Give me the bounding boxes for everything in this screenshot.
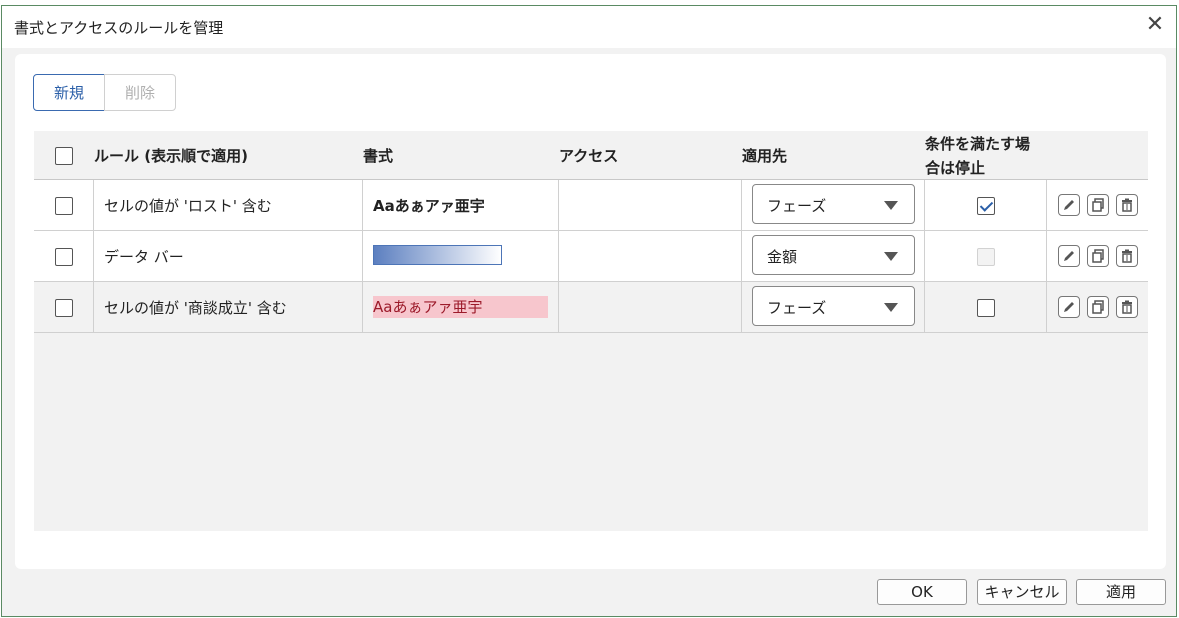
table-row[interactable]: データ バー 金額 [34,231,1148,282]
format-preview: Aaあぁアァ亜宇 [373,296,548,318]
row-select-checkbox[interactable] [55,248,73,266]
access-cell [558,231,741,281]
rules-table: ルール (表示順で適用) 書式 アクセス 適用先 条件を満たす場 合は停止 セル… [34,131,1148,531]
table-header: ルール (表示順で適用) 書式 アクセス 適用先 条件を満たす場 合は停止 [34,131,1148,180]
trash-icon[interactable] [1116,296,1138,318]
rule-cell: セルの値が '商談成立' 含む [93,282,362,332]
format-preview: Aaあぁアァ亜宇 [373,197,485,215]
stop-cell [924,231,1046,281]
stop-if-true-checkbox [977,248,995,266]
edit-icon[interactable] [1058,245,1080,267]
ok-button[interactable]: OK [877,579,967,605]
copy-icon[interactable] [1087,194,1109,216]
applies-to-value: 金額 [767,248,798,266]
header-applies-to: 適用先 [742,147,788,165]
actions-cell [1046,282,1148,332]
stop-cell [924,282,1046,332]
applies-to-cell: フェーズ [741,282,924,332]
actions-cell [1046,180,1148,230]
rules-panel: 新規 削除 ルール (表示順で適用) 書式 アクセス 適用先 条件を満たす場 合… [15,54,1166,569]
delete-rule-button[interactable]: 削除 [104,74,176,111]
access-cell [558,282,741,332]
rule-cell: データ バー [93,231,362,281]
row-select-checkbox[interactable] [55,197,73,215]
new-rule-button[interactable]: 新規 [33,74,105,111]
stop-if-true-checkbox[interactable] [977,299,995,317]
applies-to-value: フェーズ [767,197,827,215]
data-bar-preview [373,245,502,265]
table-row[interactable]: セルの値が '商談成立' 含む Aaあぁアァ亜宇 フェーズ [34,282,1148,333]
applies-to-select[interactable]: フェーズ [752,286,915,326]
chevron-down-icon [884,303,898,312]
apply-button[interactable]: 適用 [1076,579,1166,605]
dialog-title: 書式とアクセスのルールを管理 [14,19,224,37]
applies-to-select[interactable]: 金額 [752,235,915,275]
header-stop-line1: 条件を満たす場 [925,135,1031,153]
applies-to-value: フェーズ [767,299,827,317]
format-cell [362,231,558,281]
access-cell [558,180,741,230]
select-all-checkbox[interactable] [55,147,73,165]
applies-to-select[interactable]: フェーズ [752,184,915,224]
stop-if-true-checkbox[interactable] [977,197,995,215]
header-stop-line2: 合は停止 [925,159,986,177]
rule-text: セルの値が 'ロスト' 含む [104,197,272,215]
manage-rules-dialog: 書式とアクセスのルールを管理 ✕ 新規 削除 ルール (表示順で適用) 書式 ア… [1,5,1177,617]
title-bar: 書式とアクセスのルールを管理 ✕ [2,6,1176,48]
applies-to-cell: フェーズ [741,180,924,230]
cancel-button[interactable]: キャンセル [977,579,1067,605]
trash-icon[interactable] [1116,245,1138,267]
rule-text: セルの値が '商談成立' 含む [104,299,287,317]
header-format: 書式 [363,147,394,165]
header-rule: ルール (表示順で適用) [94,147,248,165]
chevron-down-icon [884,201,898,210]
actions-cell [1046,231,1148,281]
edit-icon[interactable] [1058,296,1080,318]
stop-cell [924,180,1046,230]
chevron-down-icon [884,252,898,261]
table-row[interactable]: セルの値が 'ロスト' 含む Aaあぁアァ亜宇 フェーズ [34,180,1148,231]
format-cell: Aaあぁアァ亜宇 [362,282,558,332]
trash-icon[interactable] [1116,194,1138,216]
rule-text: データ バー [104,248,184,266]
copy-icon[interactable] [1087,245,1109,267]
close-icon[interactable]: ✕ [1142,12,1168,38]
format-cell: Aaあぁアァ亜宇 [362,180,558,230]
copy-icon[interactable] [1087,296,1109,318]
row-select-checkbox[interactable] [55,299,73,317]
edit-icon[interactable] [1058,194,1080,216]
applies-to-cell: 金額 [741,231,924,281]
header-access: アクセス [559,147,619,165]
rule-cell: セルの値が 'ロスト' 含む [93,180,362,230]
